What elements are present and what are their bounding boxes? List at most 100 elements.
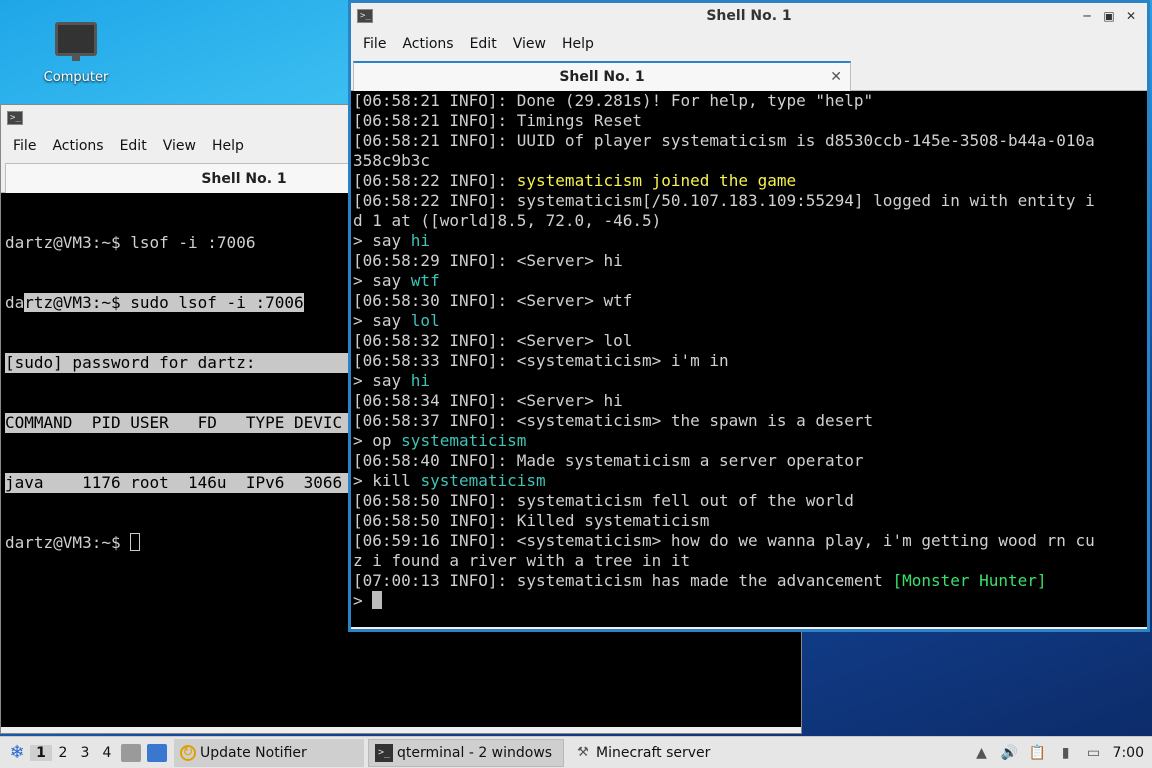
menu-view[interactable]: View bbox=[505, 36, 554, 52]
update-notifier-icon: ↻ bbox=[180, 744, 196, 761]
network-icon[interactable]: ▲ bbox=[973, 744, 991, 762]
terminal-text-segment: [06:58:34 INFO]: <Server> hi bbox=[353, 391, 623, 410]
terminal-line: > say hi bbox=[353, 371, 1147, 391]
clipboard-icon[interactable]: 📋 bbox=[1029, 744, 1047, 762]
terminal-text-segment: > say bbox=[353, 311, 411, 330]
terminal-line: > bbox=[353, 591, 1147, 611]
menu-help[interactable]: Help bbox=[554, 36, 602, 52]
terminal-line: 358c9b3c bbox=[353, 151, 1147, 171]
battery-icon[interactable]: ▮ bbox=[1057, 744, 1075, 762]
terminal-text-segment: [06:58:22 INFO]: bbox=[353, 171, 517, 190]
show-desktop-icon[interactable] bbox=[147, 743, 167, 762]
terminal-text-segment: [06:58:40 INFO]: Made systematicism a se… bbox=[353, 451, 864, 470]
workspace-4[interactable]: 4 bbox=[96, 745, 118, 761]
terminal-text-segment: systematicism bbox=[401, 431, 527, 450]
terminal-cursor bbox=[130, 533, 141, 551]
terminal-line: [06:58:37 INFO]: <systematicism> the spa… bbox=[353, 411, 1147, 431]
terminal-text-segment: wtf bbox=[410, 271, 440, 290]
workspace-3[interactable]: 3 bbox=[74, 745, 96, 761]
terminal-icon: >_ bbox=[357, 9, 373, 23]
tab-close-icon[interactable]: ✕ bbox=[830, 69, 842, 85]
terminal-line: [06:58:33 INFO]: <systematicism> i'm in bbox=[353, 351, 1147, 371]
terminal-cursor bbox=[372, 591, 383, 609]
terminal-text-segment: systematicism joined the game bbox=[516, 171, 797, 190]
clock[interactable]: 7:00 bbox=[1113, 745, 1144, 761]
task-label: Minecraft server bbox=[596, 744, 711, 761]
terminal-text-segment: lol bbox=[410, 311, 440, 330]
desktop-computer-icon[interactable]: Computer bbox=[36, 22, 116, 85]
terminal-line: > say hi bbox=[353, 231, 1147, 251]
menu-actions[interactable]: Actions bbox=[44, 138, 111, 154]
terminal-text-segment: hi bbox=[410, 231, 431, 250]
terminal-text-segment: [06:58:21 INFO]: Timings Reset bbox=[353, 111, 642, 130]
menu-edit[interactable]: Edit bbox=[112, 138, 155, 154]
maximize-icon[interactable]: ▣ bbox=[1101, 9, 1117, 23]
terminal-text-segment: z i found a river with a tree in it bbox=[353, 551, 691, 570]
terminal-icon: >_ bbox=[7, 111, 23, 125]
terminal-line: > kill systematicism bbox=[353, 471, 1147, 491]
minimize-icon[interactable]: ─ bbox=[1079, 9, 1095, 23]
terminal-text-segment: [06:58:33 INFO]: <systematicism> i'm in bbox=[353, 351, 729, 370]
terminal-line: [06:58:40 INFO]: Made systematicism a se… bbox=[353, 451, 1147, 471]
tab-shell-1[interactable]: Shell No. 1 ✕ bbox=[353, 61, 851, 91]
task-update-notifier[interactable]: ↻ Update Notifier bbox=[174, 738, 364, 767]
terminal-text-segment: > say bbox=[353, 231, 411, 250]
menu-actions[interactable]: Actions bbox=[394, 36, 461, 52]
volume-icon[interactable]: 🔊 bbox=[1001, 744, 1019, 762]
front-tab-bar: Shell No. 1 ✕ bbox=[351, 59, 1147, 91]
terminal-text-segment: [Monster Hunter] bbox=[892, 571, 1047, 590]
terminal-line: [06:58:29 INFO]: <Server> hi bbox=[353, 251, 1147, 271]
workspace-2[interactable]: 2 bbox=[52, 745, 74, 761]
menu-file[interactable]: File bbox=[5, 138, 44, 154]
menu-help[interactable]: Help bbox=[204, 138, 252, 154]
terminal-text-segment: [06:59:16 INFO]: <systematicism> how do … bbox=[353, 531, 1095, 550]
terminal-text-segment: [06:58:50 INFO]: systematicism fell out … bbox=[353, 491, 854, 510]
terminal-text-segment: > kill bbox=[353, 471, 421, 490]
workspace-1[interactable]: 1 bbox=[30, 744, 52, 761]
terminal-line: [07:00:13 INFO]: systematicism has made … bbox=[353, 571, 1147, 591]
terminal-text-segment: > say bbox=[353, 271, 411, 290]
terminal-line: [06:59:16 INFO]: <systematicism> how do … bbox=[353, 531, 1147, 551]
terminal-text-segment: [06:58:29 INFO]: <Server> hi bbox=[353, 251, 623, 270]
terminal-line: > say wtf bbox=[353, 271, 1147, 291]
terminal-text-segment: [06:58:32 INFO]: <Server> lol bbox=[353, 331, 633, 350]
task-qterminal[interactable]: >_ qterminal - 2 windows bbox=[368, 738, 564, 767]
menu-view[interactable]: View bbox=[155, 138, 204, 154]
task-label: Update Notifier bbox=[200, 744, 307, 761]
start-menu-icon[interactable]: ❄ bbox=[4, 740, 30, 766]
tab-label: Shell No. 1 bbox=[559, 69, 645, 85]
terminal-line: [06:58:30 INFO]: <Server> wtf bbox=[353, 291, 1147, 311]
terminal-line: [06:58:34 INFO]: <Server> hi bbox=[353, 391, 1147, 411]
terminal-text-segment: > say bbox=[353, 371, 411, 390]
terminal-line: [06:58:21 INFO]: Done (29.281s)! For hel… bbox=[353, 91, 1147, 111]
terminal-text-segment: [06:58:30 INFO]: <Server> wtf bbox=[353, 291, 633, 310]
tab-label: Shell No. 1 bbox=[201, 170, 287, 187]
prompt-text: dartz@VM3:~$ bbox=[5, 533, 131, 552]
terminal-text-segment: [06:58:22 INFO]: systematicism[/50.107.1… bbox=[353, 191, 1095, 210]
terminal-text-segment: [06:58:21 INFO]: UUID of player systemat… bbox=[353, 131, 1095, 150]
terminal-line: > op systematicism bbox=[353, 431, 1147, 451]
terminal-line: [06:58:32 INFO]: <Server> lol bbox=[353, 331, 1147, 351]
terminal-icon: >_ bbox=[375, 743, 393, 762]
task-minecraft-server[interactable]: ⚒ Minecraft server bbox=[568, 739, 758, 767]
monitor-tray-icon[interactable]: ▭ bbox=[1085, 744, 1103, 762]
menu-edit[interactable]: Edit bbox=[462, 36, 505, 52]
front-menubar: File Actions Edit View Help bbox=[351, 29, 1147, 59]
terminal-text-segment: [06:58:37 INFO]: <systematicism> the spa… bbox=[353, 411, 874, 430]
front-terminal-output[interactable]: [06:58:21 INFO]: Done (29.281s)! For hel… bbox=[351, 91, 1147, 627]
terminal-line: > say lol bbox=[353, 311, 1147, 331]
terminal-text-segment: d 1 at ([world]8.5, 72.0, -46.5) bbox=[353, 211, 662, 230]
window-title: Shell No. 1 bbox=[706, 8, 792, 24]
menu-file[interactable]: File bbox=[355, 36, 394, 52]
front-terminal-window[interactable]: >_ Shell No. 1 ─ ▣ ✕ File Actions Edit V… bbox=[348, 0, 1150, 632]
file-manager-icon[interactable] bbox=[121, 743, 141, 762]
terminal-line: [06:58:21 INFO]: Timings Reset bbox=[353, 111, 1147, 131]
front-window-titlebar[interactable]: >_ Shell No. 1 ─ ▣ ✕ bbox=[351, 3, 1147, 29]
terminal-text-segment: [06:58:50 INFO]: Killed systematicism bbox=[353, 511, 710, 530]
close-icon[interactable]: ✕ bbox=[1123, 9, 1139, 23]
system-tray: ▲ 🔊 📋 ▮ ▭ 7:00 bbox=[973, 744, 1144, 762]
terminal-line: [06:58:22 INFO]: systematicism joined th… bbox=[353, 171, 1147, 191]
terminal-line: z i found a river with a tree in it bbox=[353, 551, 1147, 571]
terminal-text-segment: hi bbox=[410, 371, 431, 390]
monitor-icon bbox=[55, 22, 97, 61]
